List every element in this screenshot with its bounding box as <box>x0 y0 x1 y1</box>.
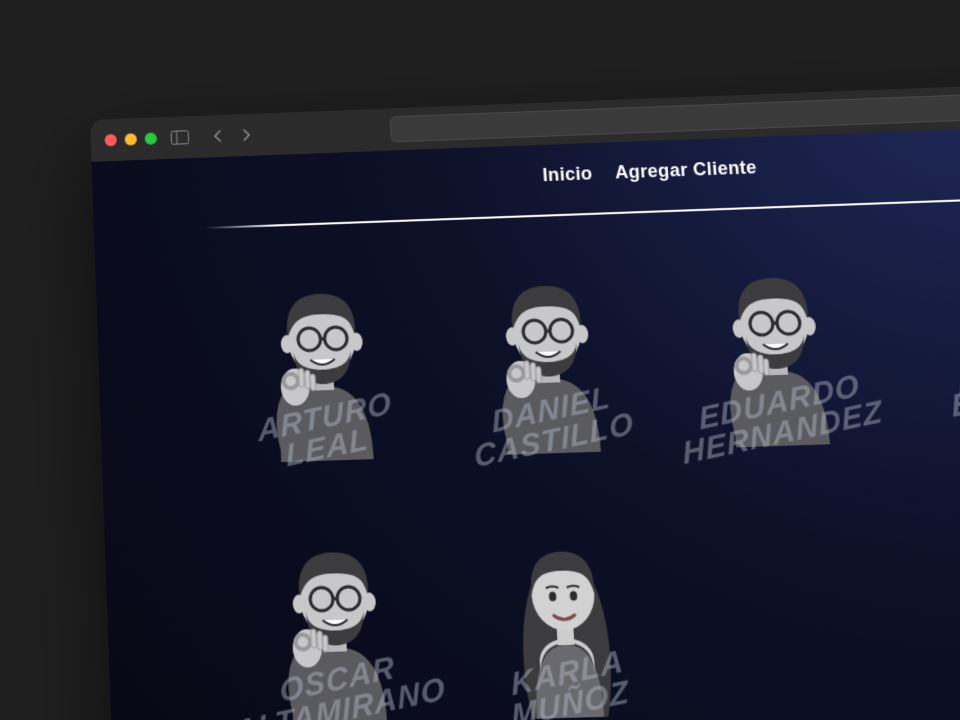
nav-agregar-cliente[interactable]: Agregar Cliente <box>614 157 757 184</box>
divider <box>205 194 960 229</box>
avatar <box>485 514 644 720</box>
window-controls <box>105 132 158 146</box>
page-content: Inicio Agregar Cliente ARTURO LEAL <box>91 120 960 720</box>
avatar <box>471 255 627 456</box>
maximize-icon[interactable] <box>145 132 157 144</box>
avatar <box>258 521 413 720</box>
client-card[interactable]: KARLA MUÑOZ <box>444 512 688 720</box>
client-card[interactable]: EDUARDO HERNANDEZ <box>655 245 900 470</box>
avatar <box>923 239 960 441</box>
avatar <box>696 247 856 448</box>
minimize-icon[interactable] <box>125 133 137 145</box>
client-card[interactable]: ARTURO LEAL <box>206 261 441 485</box>
client-card[interactable]: OSCAR ALTAMIRANO <box>217 520 456 720</box>
client-card[interactable]: DANIEL CASTILLO <box>430 253 670 477</box>
client-grid: ARTURO LEAL DANIEL CASTILLO <box>95 233 960 720</box>
avatar <box>247 263 399 463</box>
back-button[interactable] <box>207 125 230 148</box>
sidebar-toggle-icon[interactable] <box>168 126 191 149</box>
forward-button[interactable] <box>235 124 258 147</box>
browser-window: Inicio Agregar Cliente ARTURO LEAL <box>90 77 960 720</box>
nav-inicio[interactable]: Inicio <box>542 163 593 186</box>
close-icon[interactable] <box>105 134 117 146</box>
